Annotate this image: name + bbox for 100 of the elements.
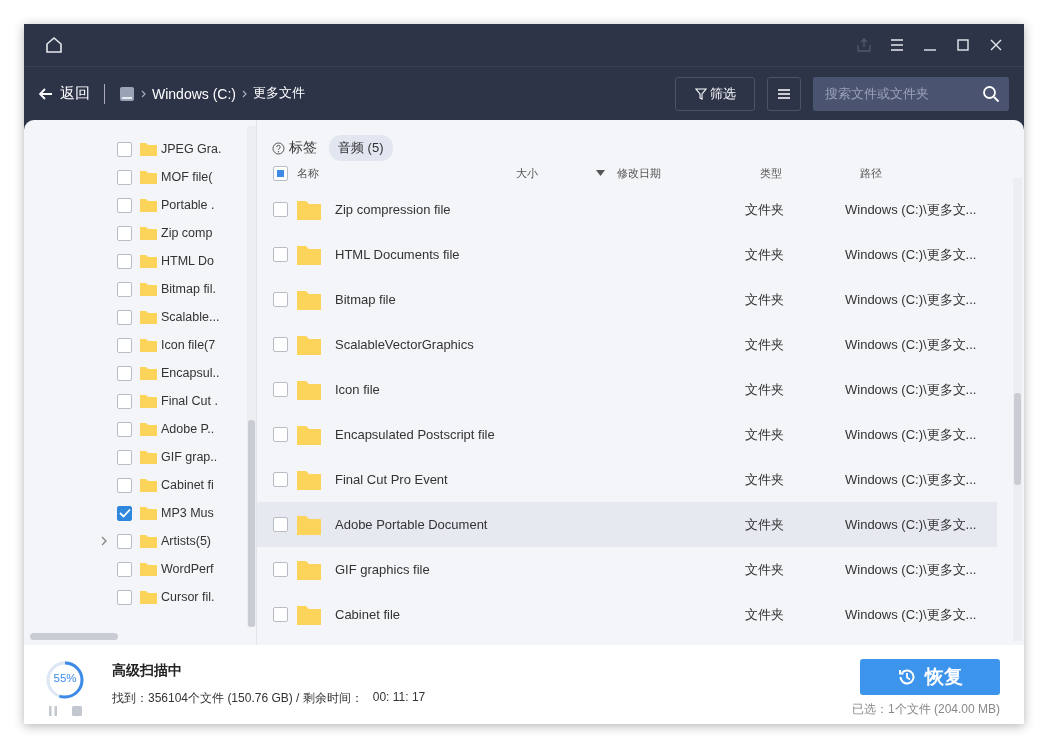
folder-icon [140,366,157,380]
checkbox[interactable] [273,472,288,487]
checkbox[interactable] [273,562,288,577]
column-header[interactable]: 路径 [860,165,882,181]
stop-icon[interactable] [71,704,83,717]
checkbox[interactable] [273,517,288,532]
scan-title: 高级扫描中 [112,662,183,680]
file-name: HTML Documents file [335,247,461,262]
folder-icon [140,394,157,408]
tree-item[interactable]: Adobe P.. [100,415,215,443]
folder-icon [140,198,157,212]
checkbox[interactable] [273,247,288,262]
tree-item[interactable]: WordPerf [100,555,214,583]
back-button[interactable]: 返回 [39,84,90,103]
home-icon[interactable] [44,35,64,55]
checkbox[interactable] [117,337,132,353]
breadcrumb-item[interactable]: 更多文件 [253,85,305,102]
folder-icon [297,559,321,580]
checkbox[interactable] [273,202,288,217]
tree-item[interactable]: Artists(5) [100,527,211,555]
checkbox[interactable] [273,292,288,307]
file-type: 文件夹 [745,245,785,264]
checkbox[interactable] [117,561,132,577]
checkbox[interactable] [117,477,132,493]
column-header[interactable]: 类型 [760,165,860,181]
column-header[interactable]: 名称 [297,165,516,181]
restore-icon [897,667,917,687]
filter-button[interactable]: 筛选 [675,76,755,111]
search-icon[interactable] [982,84,1000,103]
menu-icon[interactable] [889,37,905,53]
file-row[interactable]: Encapsulated Postscript file 文件夹 Windows (C:)\更多文... [257,412,997,457]
tree-item[interactable]: JPEG Gra. [100,135,222,163]
checkbox[interactable] [117,141,132,157]
tree-label: Encapsul.. [161,366,220,380]
sort-arrow-icon[interactable] [596,170,605,176]
checkbox[interactable] [117,421,132,437]
folder-icon [140,534,157,548]
checkbox[interactable] [117,225,132,241]
tree-item[interactable]: Encapsul.. [100,359,220,387]
file-row[interactable]: Bitmap file 文件夹 Windows (C:)\更多文... [257,277,997,322]
checkbox[interactable] [117,281,132,297]
tree-label: MOF file( [161,170,213,184]
tree-item[interactable]: GIF grap.. [100,443,218,471]
tree-item[interactable]: MOF file( [100,163,213,191]
scrollbar[interactable] [247,126,256,627]
folder-icon [297,514,321,535]
search-field[interactable]: 搜索文件或文件夹 [813,76,1009,111]
tree-item[interactable]: Bitmap fil. [100,275,216,303]
list-view-button[interactable] [767,76,801,111]
file-path: Windows (C:)\更多文... [845,245,977,264]
tree-label: Cabinet fi [161,478,214,492]
select-all-checkbox[interactable] [273,165,288,181]
tree-item[interactable]: Zip comp [100,219,213,247]
file-row[interactable]: Adobe Portable Document 文件夹 Windows (C:)\更多文... [257,502,997,547]
checkbox[interactable] [117,253,132,269]
file-path: Windows (C:)\更多文... [845,605,977,624]
breadcrumb-item[interactable]: Windows (C:) [152,85,236,102]
checkbox[interactable] [117,589,132,605]
file-row[interactable]: ScalableVectorGraphics 文件夹 Windows (C:)\更多文... [257,322,997,367]
checkbox[interactable] [117,533,132,549]
scrollbar[interactable] [1013,178,1022,641]
tree-item[interactable]: Portable . [100,191,215,219]
maximize-icon[interactable] [955,37,971,53]
progress-reading: 55% [53,671,77,684]
folder-icon [140,450,157,464]
tag-chip[interactable]: 音频 (5) [329,135,393,161]
file-row[interactable]: Icon file 文件夹 Windows (C:)\更多文... [257,367,997,412]
checkbox[interactable] [117,449,132,465]
tree-item[interactable]: Cabinet fi [100,471,214,499]
close-icon[interactable] [988,37,1004,53]
column-header[interactable]: 修改日期 [617,165,760,181]
folder-icon [297,334,321,355]
checkbox[interactable] [273,337,288,352]
file-row[interactable]: Final Cut Pro Event 文件夹 Windows (C:)\更多文... [257,457,997,502]
checkbox[interactable] [117,505,132,521]
checkbox[interactable] [117,309,132,325]
tree-item[interactable]: Icon file(7 [100,331,216,359]
checkbox[interactable] [117,393,132,409]
file-type: 文件夹 [745,200,785,219]
file-row[interactable]: GIF graphics file 文件夹 Windows (C:)\更多文... [257,547,997,592]
pause-icon[interactable] [47,704,59,717]
tree-item[interactable]: Scalable... [100,303,220,331]
folder-icon [140,338,157,352]
checkbox[interactable] [273,382,288,397]
checkbox[interactable] [117,197,132,213]
tree-item[interactable]: MP3 Mus [100,499,214,527]
checkbox[interactable] [273,427,288,442]
folder-icon [297,244,321,265]
file-row[interactable]: Cabinet file 文件夹 Windows (C:)\更多文... [257,592,997,637]
tree-item[interactable]: Cursor fil. [100,583,215,611]
filter-icon [694,87,707,100]
checkbox[interactable] [117,169,132,185]
column-header[interactable]: 大小 [516,165,596,181]
checkbox[interactable] [273,607,288,622]
help-icon[interactable] [272,141,285,155]
checkbox[interactable] [117,365,132,381]
file-row[interactable]: Zip compression file 文件夹 Windows (C:)\更多文... [257,187,997,232]
tree-item[interactable]: HTML Do [100,247,214,275]
tree-item[interactable]: Final Cut . [100,387,218,415]
file-row[interactable]: HTML Documents file 文件夹 Windows (C:)\更多文... [257,232,997,277]
